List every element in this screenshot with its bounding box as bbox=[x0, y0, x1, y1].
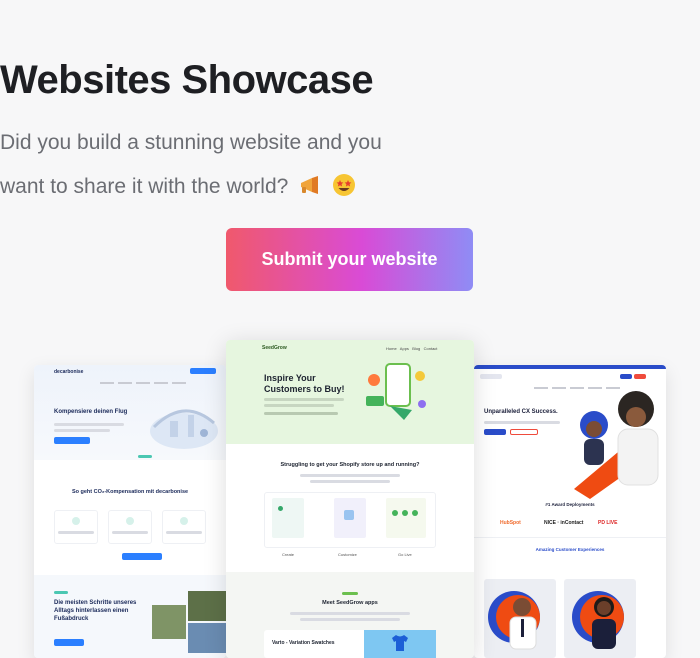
preview-mid-nav-blog: Blog bbox=[412, 346, 421, 351]
preview-right-people-illustration-icon bbox=[574, 391, 659, 499]
subtitle-line-2: want to share it with the world? bbox=[0, 173, 700, 199]
subtitle-line-2-text: want to share it with the world? bbox=[0, 175, 289, 198]
submit-website-button[interactable]: Submit your website bbox=[226, 228, 473, 291]
preview-card-cx[interactable]: Unparalleled CX Success. #1 Award Deploy… bbox=[474, 365, 666, 658]
preview-mid-app-title: Varto - Variation Swatches bbox=[272, 640, 335, 646]
preview-left-hero-heading: Kompensiere deinen Flug bbox=[54, 409, 128, 415]
preview-mid-apps-heading: Meet SeedGrow apps bbox=[322, 600, 378, 606]
preview-right-logo-hubspot: HubSpot bbox=[500, 520, 521, 526]
preview-left-brand: decarbonise bbox=[54, 369, 84, 375]
preview-mid-hero-heading: Inspire Your Customers to Buy! bbox=[264, 373, 345, 396]
preview-mid-step-create: Create bbox=[282, 552, 295, 557]
preview-mid-step-customize: Customize bbox=[338, 552, 357, 557]
page-title: Websites Showcase bbox=[0, 58, 374, 102]
preview-left-airport-illustration-icon bbox=[150, 409, 218, 449]
preview-right-testimonial-man-icon bbox=[488, 591, 540, 650]
preview-right-logo-pdlive: PD LIVE bbox=[598, 520, 618, 526]
megaphone-emoji-icon bbox=[301, 176, 319, 194]
preview-right-testimonial-woman-icon bbox=[572, 591, 624, 649]
preview-mid-nav-home: Home bbox=[386, 346, 397, 351]
preview-right-logo-nice: NICE · inContact bbox=[544, 520, 584, 526]
preview-mid-brand: SeedGrow bbox=[262, 345, 287, 351]
preview-card-decarbonise[interactable]: decarbonise Kompensiere deinen Flug So g… bbox=[34, 365, 226, 658]
preview-card-seedgrow[interactable]: SeedGrow Home Apps Blog Contact Inspire … bbox=[226, 340, 474, 658]
preview-mid-phone-illustration-icon bbox=[366, 363, 426, 420]
preview-mid-hero-line1: Inspire Your bbox=[264, 373, 316, 383]
preview-right-hero-heading: Unparalleled CX Success. bbox=[484, 409, 558, 415]
preview-left-section-heading: So geht CO₂-Kompensation mit decarbonise bbox=[71, 489, 189, 495]
preview-mid-nav-apps: Apps bbox=[399, 346, 409, 351]
preview-mid-nav: Home Apps Blog Contact bbox=[386, 346, 437, 351]
preview-mid-section-heading: Struggling to get your Shopify store up … bbox=[280, 462, 420, 468]
preview-right-logos-heading: #1 Award Deployments bbox=[545, 502, 595, 507]
subtitle-line-1: Did you build a stunning website and you bbox=[0, 131, 382, 154]
star-struck-emoji-icon bbox=[333, 174, 355, 196]
preview-mid-hero-line2: Customers to Buy! bbox=[264, 384, 345, 395]
preview-mid-tshirt-icon bbox=[392, 635, 408, 651]
preview-left-bottom-heading: Die meisten Schritte unseres Alltags hin… bbox=[54, 600, 137, 623]
preview-right-testimonial-heading: Amazing Customer Experiences bbox=[535, 547, 605, 552]
preview-mid-step-golive: Go Live bbox=[398, 552, 412, 557]
preview-mid-nav-contact: Contact bbox=[423, 346, 438, 351]
